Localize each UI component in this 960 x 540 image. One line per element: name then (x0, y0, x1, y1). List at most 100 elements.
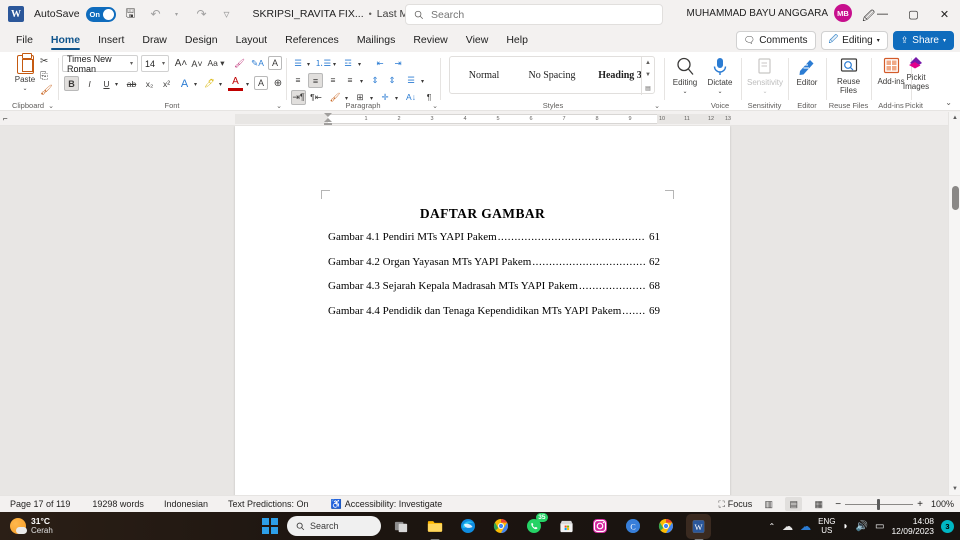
zoom-thumb[interactable] (877, 498, 881, 510)
clock[interactable]: 14:08 12/09/2023 (891, 516, 934, 536)
styles-more-icon[interactable]: ▤ (645, 85, 651, 92)
align-left-icon[interactable]: ≡ (291, 73, 305, 87)
line-spacing-icon[interactable]: ⇕ (368, 73, 382, 87)
tab-file[interactable]: File (8, 31, 41, 49)
taskbar-search[interactable]: Search (287, 516, 381, 536)
volume-icon[interactable]: 🔊 (856, 521, 868, 532)
tab-insert[interactable]: Insert (90, 31, 132, 49)
chevron-down-icon[interactable]: ▾ (307, 61, 310, 68)
scroll-up-icon[interactable]: ▲ (949, 112, 960, 124)
list-item[interactable]: Gambar 4.3 Sejarah Kepala Madrasah MTs Y… (328, 280, 660, 292)
taskbar-app-task-view[interactable] (389, 514, 414, 539)
horizontal-ruler[interactable]: 1 2 3 4 5 6 7 8 9 10 11 12 13 (0, 112, 948, 126)
list-item[interactable]: Gambar 4.1 Pendiri MTs YAPI Pakem ......… (328, 231, 660, 243)
justify-icon[interactable]: ≡ (343, 73, 357, 87)
weather-widget[interactable]: 31°C Cerah (10, 516, 53, 536)
zoom-out-button[interactable]: − (835, 499, 841, 510)
shrink-font-icon[interactable]: A˅ (190, 56, 204, 71)
comments-button[interactable]: 🗨 Comments (735, 30, 816, 50)
indent-markers[interactable] (324, 113, 332, 125)
tab-view[interactable]: View (458, 31, 497, 49)
undo-icon[interactable]: ↶ (146, 4, 166, 24)
scroll-up-icon[interactable]: ▲ (645, 60, 651, 66)
tab-references[interactable]: References (277, 31, 347, 49)
font-size-combo[interactable]: 14 ▾ (141, 55, 169, 72)
chevron-down-icon[interactable]: ▾ (130, 60, 133, 67)
cut-icon[interactable]: ✂ (40, 56, 48, 67)
text-shading-icon[interactable]: A (254, 76, 268, 90)
document-page[interactable]: DAFTAR GAMBAR Gambar 4.1 Pendiri MTs YAP… (235, 126, 730, 495)
minimize-button[interactable]: — (867, 0, 898, 28)
show-hidden-icons-chevron-icon[interactable]: ⌃ (768, 522, 775, 531)
chevron-down-icon[interactable]: ⌄ (762, 88, 767, 95)
chevron-down-icon[interactable]: ▾ (219, 81, 222, 88)
taskbar-app-canva[interactable]: C (620, 514, 645, 539)
avatar[interactable]: MB (834, 4, 852, 22)
restore-button[interactable]: ▢ (898, 0, 929, 28)
chevron-down-icon[interactable]: ▾ (360, 78, 363, 85)
character-border-icon[interactable]: A (268, 56, 282, 70)
zoom-track[interactable] (845, 498, 914, 510)
underline-button[interactable]: U (99, 76, 114, 91)
zoom-level-label[interactable]: 100% (931, 499, 954, 509)
start-button-icon[interactable] (262, 518, 278, 534)
styles-dialog-launcher[interactable]: ⌄ (654, 102, 660, 110)
save-icon[interactable]: 🖫 (121, 4, 141, 24)
left-indent-marker[interactable] (324, 122, 332, 125)
increase-indent-icon[interactable]: ⇥ (391, 56, 405, 70)
battery-icon[interactable]: ▭ (875, 521, 884, 532)
underline-dropdown-icon[interactable]: ▾ (115, 81, 118, 88)
align-right-icon[interactable]: ≡ (326, 73, 340, 87)
first-line-indent-marker[interactable] (324, 113, 332, 117)
change-case-icon[interactable]: Aa ▾ (207, 56, 225, 71)
decrease-indent-icon[interactable]: ⇤ (373, 56, 387, 70)
copy-icon[interactable]: ⎘ (40, 71, 48, 82)
taskbar-app-microsoft-edge[interactable] (455, 514, 480, 539)
strikethrough-button[interactable]: ab (124, 76, 139, 91)
tab-review[interactable]: Review (405, 31, 455, 49)
web-layout-button[interactable]: ▦ (810, 497, 827, 511)
tab-draw[interactable]: Draw (134, 31, 175, 49)
sensitivity-button[interactable]: Sensitivity ⌄ (744, 56, 786, 104)
collapse-ribbon-button[interactable]: ⌄ (945, 98, 952, 107)
onedrive-personal-cloud-icon[interactable]: ☁ (800, 520, 811, 533)
account-area[interactable]: MUHAMMAD BAYU ANGGARA MB (687, 4, 852, 22)
sort-list-icon[interactable]: ☰ (404, 73, 418, 87)
tab-stop-selector[interactable]: ⌐ (3, 114, 8, 123)
taskbar-app-file-explorer[interactable] (422, 514, 447, 539)
accessibility-status[interactable]: ♿ Accessibility: Investigate (331, 499, 443, 510)
font-color-icon[interactable]: A (228, 74, 243, 91)
taskbar-app-microsoft-word[interactable]: W (686, 513, 711, 539)
scrollbar-thumb[interactable] (952, 186, 959, 210)
zoom-in-button[interactable]: + (917, 499, 923, 510)
tab-home[interactable]: Home (43, 31, 88, 50)
styles-gallery[interactable]: Normal No Spacing Heading 3 ▲ ▼ ▤ (449, 56, 655, 95)
chevron-down-icon[interactable]: ⌄ (717, 88, 722, 95)
paragraph-dialog-launcher[interactable]: ⌄ (432, 102, 438, 110)
clear-formatting-icon[interactable]: ✎A (250, 56, 265, 71)
chevron-down-icon[interactable]: ▾ (246, 81, 249, 88)
chevron-down-icon[interactable]: ▾ (421, 78, 424, 85)
chevron-down-icon[interactable]: ▾ (194, 81, 197, 88)
tab-design[interactable]: Design (177, 31, 226, 49)
paragraph-spacing-icon[interactable]: ⇕ (385, 73, 399, 87)
format-painter-icon[interactable]: 🖌 (40, 85, 53, 96)
document-canvas[interactable]: DAFTAR GAMBAR Gambar 4.1 Pendiri MTs YAP… (0, 126, 948, 495)
superscript-button[interactable]: x² (159, 76, 174, 91)
customize-toolbar-icon[interactable]: ▿ (217, 4, 237, 24)
hanging-indent-marker[interactable] (324, 118, 332, 122)
dictate-button[interactable]: Dictate ⌄ (700, 56, 740, 104)
reuse-files-button[interactable]: Reuse Files (828, 56, 869, 104)
text-predictions-status[interactable]: Text Predictions: On (228, 499, 309, 509)
search-input[interactable] (431, 8, 631, 21)
pickit-images-button[interactable]: Pickit Images (893, 54, 939, 102)
onedrive-cloud-icon[interactable]: ☁ (782, 520, 793, 533)
notification-badge[interactable]: 3 (941, 519, 954, 533)
editing-button[interactable]: Editing ⌄ (665, 56, 705, 104)
close-button[interactable]: ✕ (929, 0, 960, 28)
vertical-scrollbar[interactable]: ▲ ▼ (948, 112, 960, 495)
word-count-status[interactable]: 19298 words (92, 499, 144, 509)
numbering-icon[interactable]: ⒈☰ (315, 56, 331, 70)
list-item[interactable]: Gambar 4.2 Organ Yayasan MTs YAPI Pakem … (328, 256, 660, 268)
chevron-down-icon[interactable]: ▾ (333, 61, 336, 68)
